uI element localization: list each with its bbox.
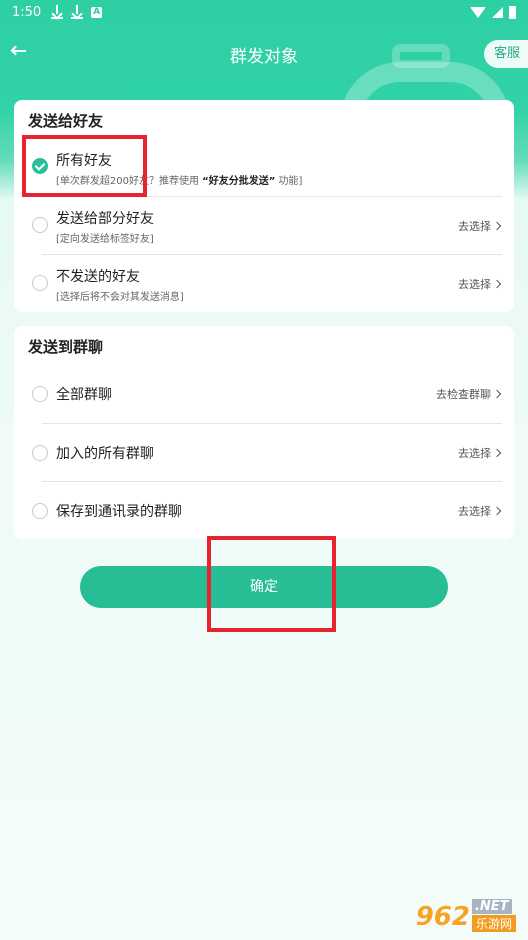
download-icon [51,5,64,19]
watermark-site: 乐游网 [471,915,516,932]
option-label: 全部群聊 [56,387,112,403]
status-bar: 1:50 A [0,0,528,24]
option-excluded-friends[interactable]: 不发送的好友 [选择后将不会对其发送消息] 去选择 [14,264,514,312]
page-title: 群发对象 [230,47,298,67]
choose-link[interactable]: 去选择 [458,445,502,461]
signal-icon [492,6,503,18]
wifi-icon [470,6,486,18]
radio-icon[interactable] [32,386,48,402]
chevron-right-icon [492,279,502,289]
customer-service-button[interactable]: 客服 [483,40,528,68]
divider [42,254,502,255]
choose-link[interactable]: 去选择 [458,503,502,519]
option-subtitle: [选择后将不会对其发送消息] [56,292,184,303]
watermark-number: 962 [415,902,470,932]
radio-icon[interactable] [32,445,48,461]
battery-icon [509,5,516,19]
radio-icon[interactable] [32,275,48,291]
choose-link[interactable]: 去选择 [458,276,502,292]
divider [42,423,502,424]
section-title: 发送给好友 [28,112,104,130]
friends-section-card: 发送给好友 所有好友 [单次群发超200好友？推荐使用 “好友分批发送” 功能]… [14,100,514,312]
app-notification-icon: A [91,6,103,18]
section-title: 发送到群聊 [28,338,104,356]
chevron-right-icon [492,506,502,516]
highlight-box [207,536,336,632]
chevron-right-icon [492,389,502,399]
watermark-net: .NET [471,899,512,914]
option-some-friends[interactable]: 发送给部分好友 [定向发送给标签好友] 去选择 [14,206,514,254]
option-label: 发送给部分好友 [56,211,154,227]
option-label: 加入的所有群聊 [56,446,154,462]
groups-section-card: 发送到群聊 全部群聊 去检查群聊 加入的所有群聊 去选择 保存到通讯录的群聊 去… [14,326,514,539]
watermark-logo: 962 .NET 乐游网 [416,899,516,932]
radio-icon[interactable] [32,217,48,233]
highlight-box [22,135,147,197]
option-joined-groups[interactable]: 加入的所有群聊 去选择 [14,435,514,471]
chevron-right-icon [492,221,502,231]
option-label: 保存到通讯录的群聊 [56,504,182,520]
option-all-groups[interactable]: 全部群聊 去检查群聊 [14,376,514,412]
app-header: 群发对象 客服 [0,34,528,74]
option-subtitle: [定向发送给标签好友] [56,234,154,245]
status-time: 1:50 [12,4,42,20]
download-icon [71,5,84,19]
radio-icon[interactable] [32,503,48,519]
check-groups-link[interactable]: 去检查群聊 [436,386,502,402]
chevron-right-icon [492,448,502,458]
choose-link[interactable]: 去选择 [458,218,502,234]
option-saved-groups[interactable]: 保存到通讯录的群聊 去选择 [14,493,514,529]
divider [42,481,502,482]
option-label: 不发送的好友 [56,269,140,285]
